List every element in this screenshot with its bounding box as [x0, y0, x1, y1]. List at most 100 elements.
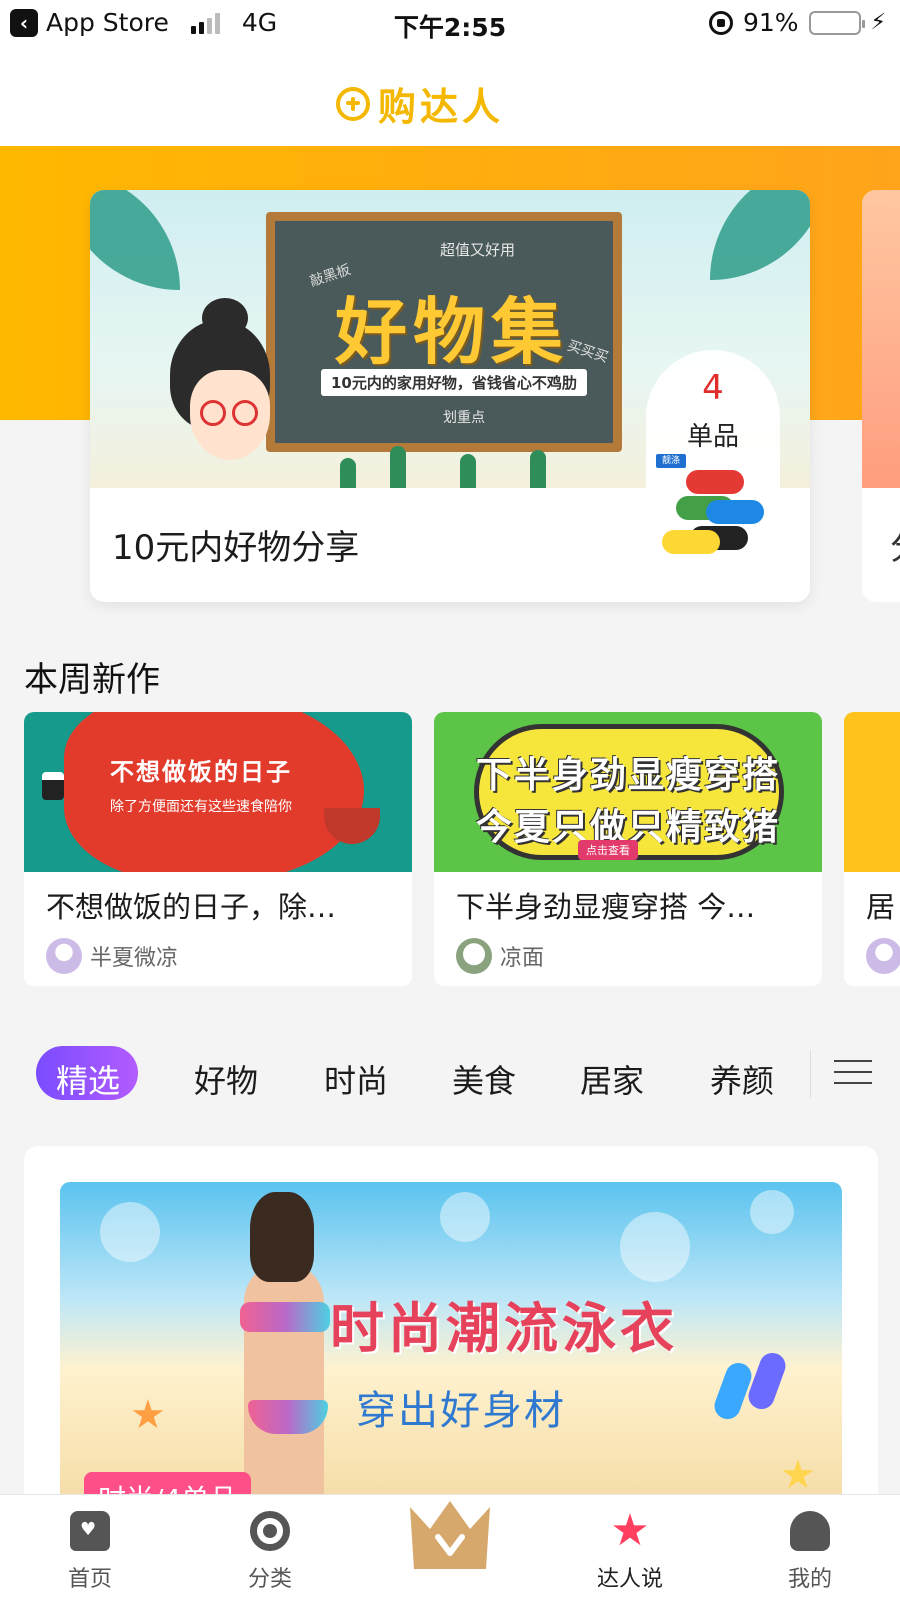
girl-illustration: [160, 298, 280, 470]
tab-expert-nav[interactable]: ★ 达人说: [570, 1495, 690, 1600]
tab-fashion[interactable]: 时尚: [324, 1056, 388, 1102]
cover-tag: 点击查看: [578, 840, 638, 860]
board-subtitle: 10元内的家用好物，省钱省心不鸡肋: [321, 369, 587, 396]
bikini-top: [240, 1302, 330, 1332]
work-author[interactable]: 半夏微凉: [46, 938, 178, 974]
promo-image-next: [862, 190, 900, 488]
app-header: 购达人: [0, 46, 900, 146]
work-title: 居: [866, 890, 896, 924]
tab-label: 首页: [67, 1567, 112, 1592]
feature-image: 时尚潮流泳衣 穿出好身材 ★ ★ 时尚/4单品: [60, 1182, 842, 1506]
model-body: [244, 1262, 324, 1506]
logo-text: 购达人: [378, 85, 505, 129]
product-brand: 靓涤: [656, 454, 686, 468]
tab-food[interactable]: 美食: [452, 1056, 516, 1102]
avatar: [46, 938, 82, 974]
cactus-3: [460, 454, 476, 488]
model-hair: [250, 1192, 314, 1282]
promo-title: 10元内好物分享: [112, 528, 360, 568]
bokeh: [100, 1202, 160, 1262]
work-cover: 下半身劲显瘦穿搭 今夏只做只精致猪 点击查看: [434, 712, 822, 872]
palm-leaf-right: [710, 190, 810, 280]
sushi-icon: [42, 772, 64, 800]
work-author[interactable]: 凉面: [456, 938, 544, 974]
author-name: 凉面: [500, 946, 545, 971]
bokeh: [750, 1190, 794, 1234]
tab-home[interactable]: 居家: [580, 1056, 644, 1102]
category-divider: [810, 1050, 811, 1098]
work-title: 下半身劲显瘦穿搭 今…: [456, 890, 756, 924]
roll-yellow: [662, 530, 720, 554]
starfish-icon: ★: [130, 1392, 166, 1438]
tab-label: 分类: [247, 1567, 292, 1592]
cover-subline: 除了方便面还有这些速食陪你: [110, 799, 292, 815]
menu-icon[interactable]: [834, 1060, 872, 1086]
avatar: [866, 938, 900, 974]
crown-center-button[interactable]: [406, 1497, 494, 1573]
weekly-section-title: 本周新作: [24, 660, 160, 700]
category-tabs: 精选 好物 时尚 美食 居家 养颜: [0, 1038, 900, 1118]
promo-card-next[interactable]: 分: [862, 190, 900, 602]
board-buy-text: 买买买: [565, 337, 611, 367]
tab-category-nav[interactable]: 分类: [210, 1495, 330, 1600]
promo-title-next: 分: [890, 520, 900, 569]
app-screen: ‹ App Store 4G 下午2:55 91% ⚡ 购达人 超值又好用 敲黑…: [0, 0, 900, 1600]
work-cover: 不想做饭的日子 除了方便面还有这些速食陪你: [24, 712, 412, 872]
tab-me-nav[interactable]: 我的: [750, 1495, 870, 1600]
glasses-right: [232, 400, 258, 426]
product-thumbnail: 靓涤: [646, 450, 780, 574]
board-title: 好物集: [335, 290, 570, 374]
work-title: 不想做饭的日子，除…: [46, 890, 337, 924]
battery-icon: [808, 10, 865, 35]
cactus-1: [340, 458, 356, 488]
chalkboard: 超值又好用 敲黑板 好物集 10元内的家用好物，省钱省心不鸡肋 划重点 买买买: [266, 212, 622, 452]
cover-headline: 下半身劲显瘦穿搭: [475, 755, 780, 796]
feature-card[interactable]: 时尚潮流泳衣 穿出好身材 ★ ★ 时尚/4单品: [24, 1146, 878, 1506]
board-top-text: 超值又好用: [440, 241, 516, 259]
tab-featured[interactable]: 精选: [56, 1056, 120, 1102]
bokeh: [620, 1212, 690, 1282]
bottom-tabbar: 首页 分类 ★ 达人说 我的: [0, 1494, 900, 1600]
author-name: 半夏微凉: [90, 946, 179, 971]
logo-mark-icon: [336, 86, 370, 121]
bokeh: [440, 1192, 490, 1242]
feature-subline: 穿出好身材: [356, 1388, 566, 1434]
cactus-4: [530, 450, 546, 488]
board-mark-text: 划重点: [443, 410, 485, 426]
work-card[interactable]: 居: [844, 712, 900, 986]
item-count-unit: 单品: [686, 422, 739, 452]
starfish-icon: ★: [780, 1452, 816, 1498]
work-author: [866, 938, 900, 974]
shopping-bag-icon: [70, 1511, 110, 1551]
palm-leaf-left: [90, 190, 180, 290]
user-icon: [790, 1511, 830, 1551]
item-count: 4: [702, 368, 724, 408]
crown-icon: [410, 1501, 490, 1569]
cover-headline: 不想做饭的日子: [110, 758, 292, 786]
swimwear-model: [210, 1192, 350, 1506]
status-right: 91% ⚡: [708, 8, 886, 37]
work-card[interactable]: 不想做饭的日子 除了方便面还有这些速食陪你 不想做饭的日子，除… 半夏微凉: [24, 712, 412, 986]
tab-label: 我的: [787, 1567, 832, 1592]
charging-icon: ⚡: [870, 10, 886, 35]
promo-card[interactable]: 超值又好用 敲黑板 好物集 10元内的家用好物，省钱省心不鸡肋 划重点 买买买 …: [90, 190, 810, 602]
tab-home-nav[interactable]: 首页: [30, 1495, 150, 1600]
orientation-lock-icon: [708, 10, 733, 35]
cover-red-blob: [64, 712, 364, 872]
tab-beauty[interactable]: 养颜: [710, 1056, 774, 1102]
status-bar: ‹ App Store 4G 下午2:55 91% ⚡: [0, 0, 900, 46]
roll-blue: [706, 500, 764, 524]
flip-flop-icon: [744, 1349, 790, 1413]
glasses-left: [200, 400, 226, 426]
app-logo: 购达人: [336, 76, 504, 131]
feature-headline: 时尚潮流泳衣: [330, 1297, 678, 1360]
star-icon: ★: [610, 1505, 650, 1556]
roll-red: [686, 470, 744, 494]
battery-percent: 91%: [742, 8, 799, 37]
avatar: [456, 938, 492, 974]
work-card[interactable]: 下半身劲显瘦穿搭 今夏只做只精致猪 点击查看 下半身劲显瘦穿搭 今… 凉面: [434, 712, 822, 986]
work-cover: [844, 712, 900, 872]
tab-goods[interactable]: 好物: [194, 1056, 258, 1102]
category-icon: [250, 1511, 290, 1551]
cactus-2: [390, 446, 406, 488]
